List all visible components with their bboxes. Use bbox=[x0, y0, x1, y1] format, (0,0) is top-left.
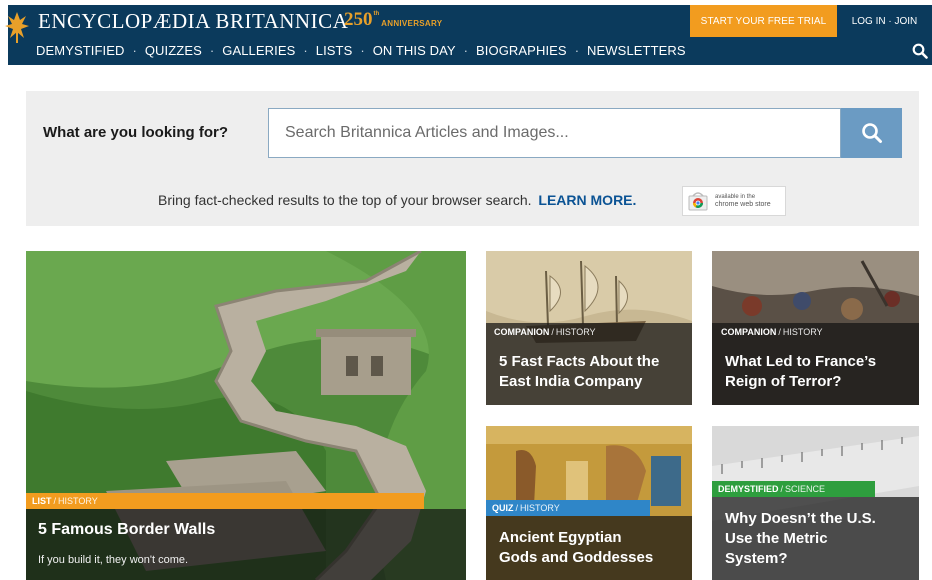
card-title-line: East India Company bbox=[499, 373, 643, 390]
card-title[interactable]: 5 Fast Facts About the East India Compan… bbox=[499, 352, 659, 392]
card-category: DEMYSTIFIED bbox=[718, 484, 779, 494]
nav-separator: · bbox=[303, 43, 308, 58]
learn-more-link[interactable]: LEARN MORE. bbox=[538, 192, 636, 208]
nav-item-quizzes[interactable]: QUIZZES bbox=[145, 43, 202, 58]
card-title-line: System? bbox=[725, 550, 788, 567]
card-title-line: Gods and Goddesses bbox=[499, 549, 654, 566]
card-title-line: Use the Metric bbox=[725, 530, 828, 547]
thistle-logo-icon[interactable] bbox=[4, 10, 30, 44]
search-question-label: What are you looking for? bbox=[43, 124, 229, 141]
nav-item-galleries[interactable]: GALLERIES bbox=[222, 43, 295, 58]
tag-divider: / bbox=[53, 496, 57, 506]
card-tag: QUIZ / HISTORY bbox=[486, 500, 650, 516]
promo-text: Bring fact-checked results to the top of… bbox=[158, 192, 532, 208]
nav-item-on-this-day[interactable]: ON THIS DAY bbox=[373, 43, 456, 58]
card-title-line: 5 Fast Facts About the bbox=[499, 353, 660, 370]
card-title-line: Reign of Terror? bbox=[725, 373, 842, 390]
card-title[interactable]: What Led to France’s Reign of Terror? bbox=[725, 352, 876, 392]
start-free-trial-button[interactable]: START YOUR FREE TRIAL bbox=[690, 5, 837, 37]
chrome-badge-line2: chrome web store bbox=[715, 201, 771, 208]
card-title[interactable]: 5 Famous Border Walls bbox=[38, 520, 215, 540]
card-category: QUIZ bbox=[492, 503, 514, 513]
card-category: LIST bbox=[32, 496, 52, 506]
anniversary-suffix: th bbox=[373, 11, 380, 17]
card-tag: COMPANION / HISTORY bbox=[715, 325, 829, 339]
nav-item-biographies[interactable]: BIOGRAPHIES bbox=[476, 43, 567, 58]
search-input[interactable] bbox=[285, 124, 840, 142]
card-title[interactable]: Ancient Egyptian Gods and Goddesses bbox=[499, 528, 653, 568]
feature-card-egyptian-gods[interactable]: QUIZ / HISTORY Ancient Egyptian Gods and… bbox=[486, 426, 692, 580]
nav-separator: · bbox=[360, 43, 365, 58]
search-icon bbox=[861, 123, 882, 143]
brand-wordmark[interactable]: ENCYCLOPÆDIA BRITANNICA bbox=[38, 9, 348, 34]
site-header: ENCYCLOPÆDIA BRITANNICA 250 th ANNIVERSA… bbox=[5, 5, 932, 65]
nav-item-newsletters[interactable]: NEWSLETTERS bbox=[587, 43, 686, 58]
login-join-button[interactable]: LOG IN · JOIN bbox=[837, 5, 932, 37]
anniversary-badge: 250 th ANNIVERSARY bbox=[344, 9, 443, 30]
nav-separator: · bbox=[209, 43, 215, 58]
nav-item-lists[interactable]: LISTS bbox=[316, 43, 353, 58]
feature-card-east-india-company[interactable]: COMPANION / HISTORY 5 Fast Facts About t… bbox=[486, 251, 692, 405]
chrome-badge-line1: available in the bbox=[715, 194, 756, 200]
nav-separator: · bbox=[132, 43, 137, 58]
card-category: COMPANION bbox=[721, 327, 777, 337]
main-nav: DEMYSTIFIED · QUIZZES · GALLERIES · LIST… bbox=[36, 43, 686, 58]
card-section: HISTORY bbox=[520, 503, 560, 513]
card-tag: DEMYSTIFIED / SCIENCE bbox=[712, 481, 875, 497]
card-category: COMPANION bbox=[494, 327, 550, 337]
search-panel: What are you looking for? Bring fact-che… bbox=[26, 91, 919, 226]
tag-divider: / bbox=[778, 327, 781, 337]
nav-separator: · bbox=[574, 43, 580, 58]
chrome-store-icon bbox=[688, 192, 708, 211]
card-tag: LIST / HISTORY bbox=[26, 493, 424, 509]
tag-divider: / bbox=[780, 484, 784, 494]
chrome-web-store-badge[interactable]: available in the chrome web store bbox=[682, 186, 786, 216]
tag-divider: / bbox=[551, 327, 554, 337]
card-subtitle: If you build it, they won't come. bbox=[38, 554, 189, 566]
card-title-line: Why Doesn’t the U.S. bbox=[725, 510, 876, 527]
card-section: HISTORY bbox=[555, 327, 596, 337]
nav-item-demystified[interactable]: DEMYSTIFIED bbox=[36, 43, 125, 58]
feature-card-reign-of-terror[interactable]: COMPANION / HISTORY What Led to France’s… bbox=[712, 251, 919, 405]
nav-separator: · bbox=[463, 43, 469, 58]
chrome-badge-text: available in the chrome web store bbox=[715, 194, 771, 208]
card-title-line: What Led to France’s bbox=[725, 353, 877, 370]
feature-card-metric-system[interactable]: DEMYSTIFIED / SCIENCE Why Doesn’t the U.… bbox=[712, 426, 919, 580]
card-tag: COMPANION / HISTORY bbox=[488, 325, 602, 339]
search-box[interactable] bbox=[268, 108, 841, 158]
card-section: HISTORY bbox=[58, 496, 98, 506]
anniversary-number: 250 bbox=[344, 9, 373, 30]
card-title-line: Ancient Egyptian bbox=[499, 529, 622, 546]
tag-divider: / bbox=[515, 503, 519, 513]
anniversary-label: ANNIVERSARY bbox=[381, 18, 443, 28]
card-section: HISTORY bbox=[782, 327, 823, 337]
feature-card-border-walls[interactable]: LIST / HISTORY 5 Famous Border Walls If … bbox=[26, 251, 466, 580]
header-search-icon[interactable] bbox=[912, 43, 928, 59]
browser-extension-promo: Bring fact-checked results to the top of… bbox=[158, 192, 636, 208]
card-section: SCIENCE bbox=[785, 484, 826, 494]
card-title[interactable]: Why Doesn’t the U.S. Use the Metric Syst… bbox=[725, 509, 876, 569]
search-submit-button[interactable] bbox=[841, 108, 902, 158]
